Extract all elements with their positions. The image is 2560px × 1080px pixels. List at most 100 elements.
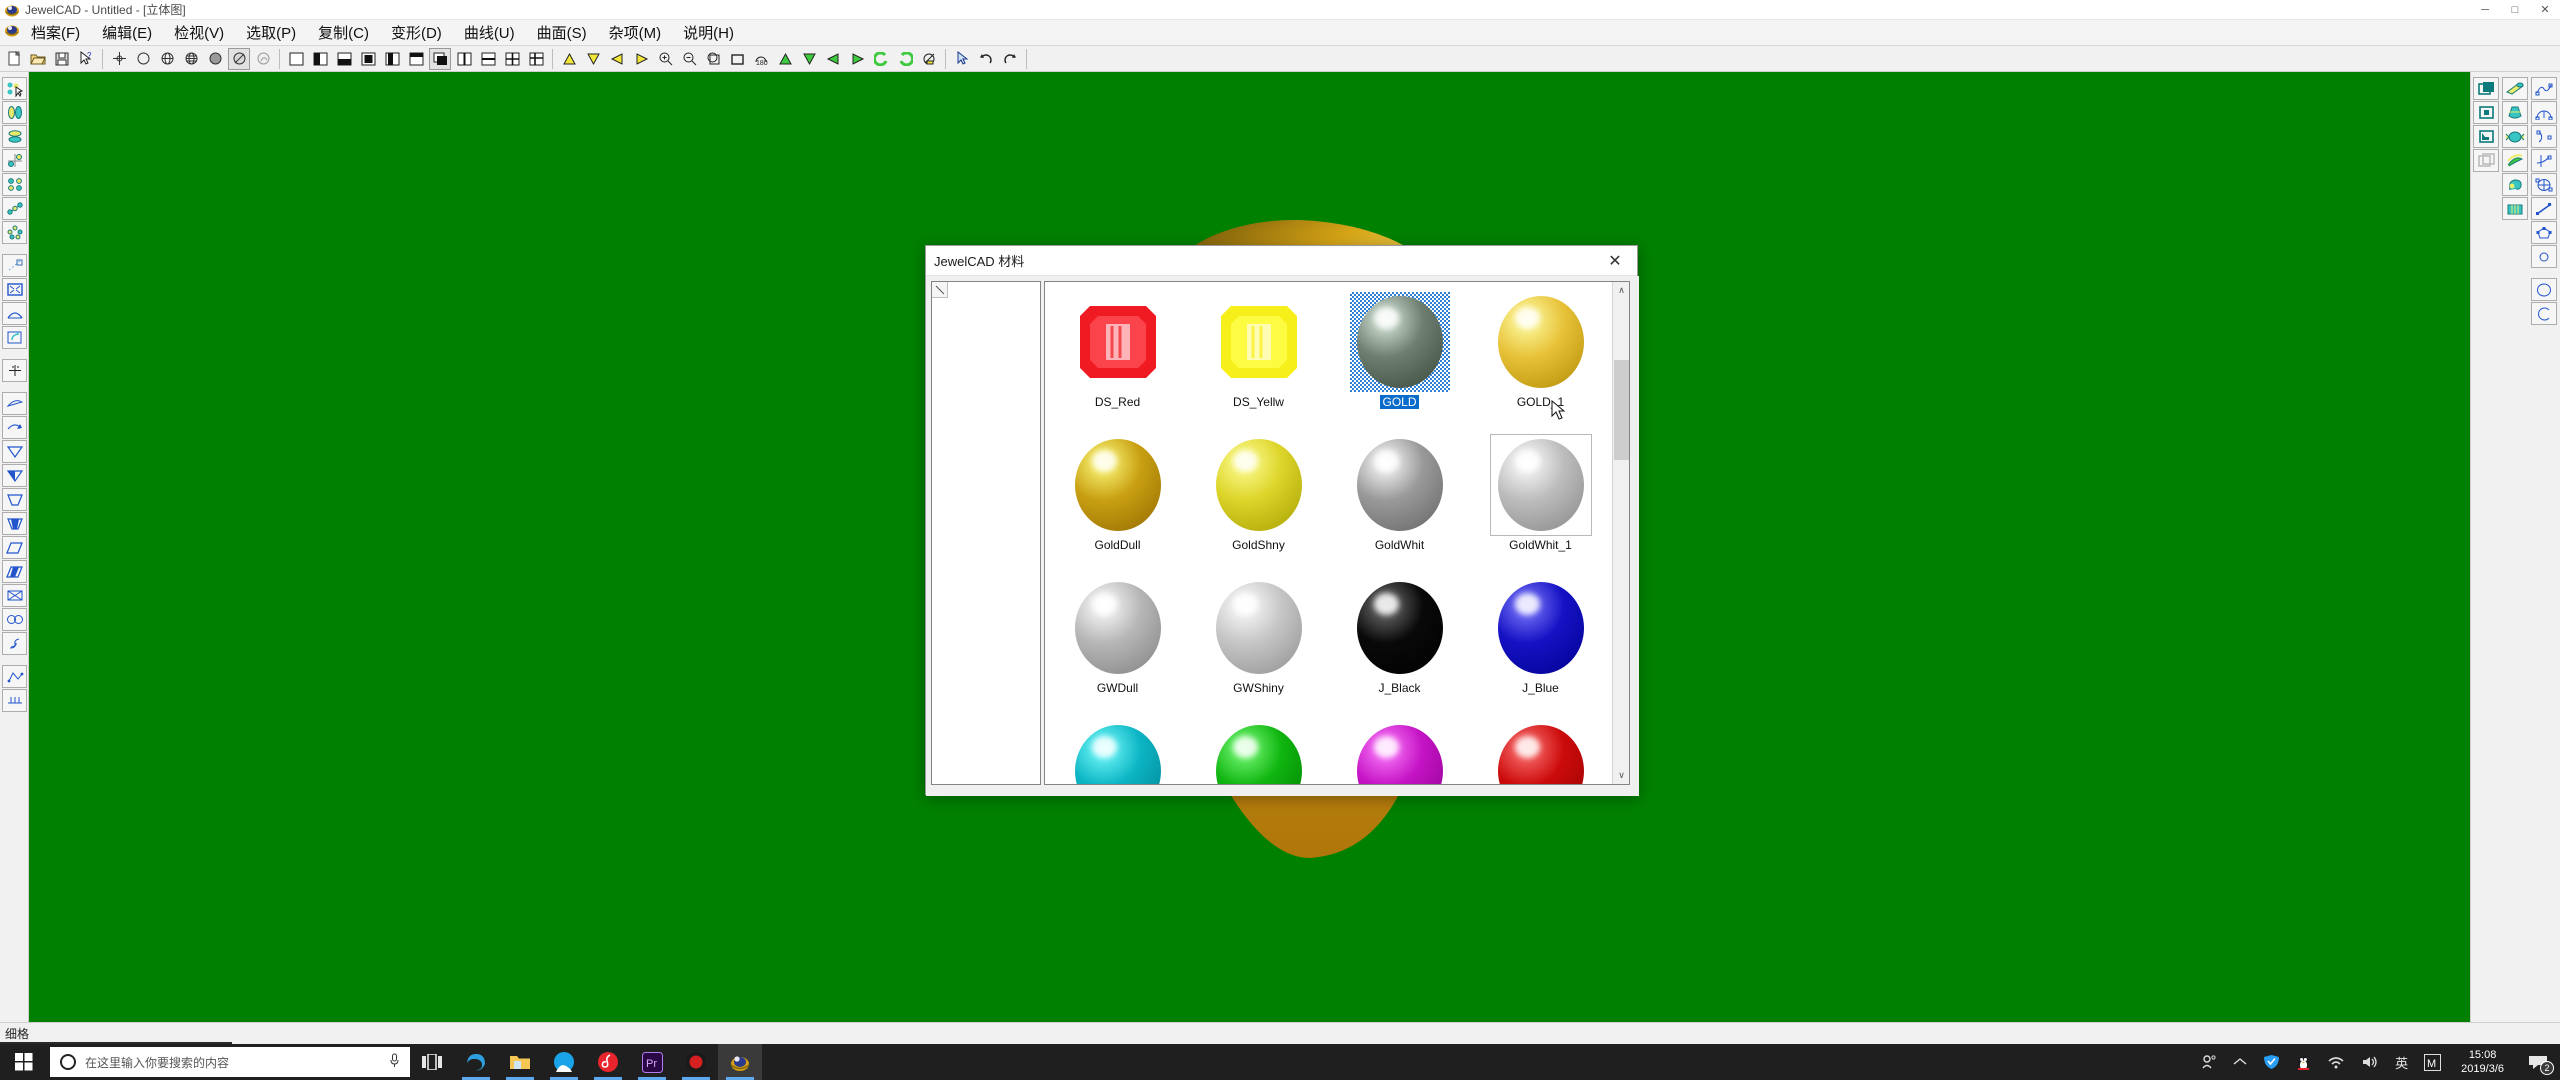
material-thumbnail[interactable] <box>1209 721 1309 784</box>
material-item[interactable]: GoldWhit_1 <box>1470 431 1611 574</box>
material-grid-panel[interactable]: DS_Red DS_Yellw GOLD GOLD_1 GoldDull GoldShny… <box>1044 281 1630 785</box>
premiere-pro-icon[interactable]: Pr <box>630 1044 674 1080</box>
triangle-left-green-icon[interactable] <box>822 47 844 70</box>
rotate-ccw-icon[interactable] <box>870 47 892 70</box>
taper-half-icon[interactable] <box>2 464 27 487</box>
point-icon[interactable] <box>108 47 130 70</box>
layer-front-icon[interactable] <box>2473 77 2499 100</box>
material-item[interactable]: J_Black <box>1329 574 1470 717</box>
menu-file[interactable]: 档案(F) <box>20 19 91 46</box>
windows-start-icon[interactable] <box>0 1044 48 1080</box>
curve-axis-icon[interactable] <box>2531 149 2557 172</box>
redo-icon[interactable] <box>999 47 1021 70</box>
material-item[interactable]: GoldDull <box>1047 431 1188 574</box>
help-pointer-icon[interactable]: ? <box>75 47 97 70</box>
material-item[interactable]: GWShiny <box>1188 574 1329 717</box>
select-objects-icon[interactable] <box>2 77 27 100</box>
qq-browser-icon[interactable] <box>542 1044 586 1080</box>
layer-solid-icon[interactable] <box>2473 101 2499 124</box>
netease-music-icon[interactable] <box>586 1044 630 1080</box>
material-item[interactable] <box>1047 717 1188 784</box>
view-bottom-half-icon[interactable] <box>333 47 355 70</box>
view-center-icon[interactable] <box>357 47 379 70</box>
layer-corner-icon[interactable] <box>2473 125 2499 148</box>
curve-arc-icon[interactable] <box>2 392 27 415</box>
split-horizontal-icon[interactable] <box>477 47 499 70</box>
grid-four-alt-icon[interactable] <box>525 47 547 70</box>
material-item[interactable]: J_Blue <box>1470 574 1611 717</box>
zoom-fit-icon[interactable] <box>726 47 748 70</box>
material-scrollbar[interactable]: ∧ ∨ <box>1612 282 1629 784</box>
polyline-icon[interactable] <box>2 665 27 688</box>
material-item[interactable]: DS_Yellw <box>1188 288 1329 431</box>
render-icon[interactable] <box>252 47 274 70</box>
material-thumbnail[interactable] <box>1068 435 1168 535</box>
curve-half-arc-icon[interactable] <box>2531 125 2557 148</box>
curve-ellipse-node-icon[interactable] <box>2531 173 2557 196</box>
circle-small-icon[interactable] <box>2531 245 2557 268</box>
material-thumbnail[interactable] <box>1350 435 1450 535</box>
array-quadrant-icon[interactable] <box>2 149 27 172</box>
scale-box-icon[interactable] <box>2 278 27 301</box>
comb-icon[interactable] <box>2 689 27 712</box>
menu-edit[interactable]: 编辑(E) <box>91 19 163 46</box>
wifi-icon[interactable] <box>2319 1044 2353 1080</box>
volume-icon[interactable] <box>2353 1044 2387 1080</box>
revolve-vase-icon[interactable] <box>2502 101 2528 124</box>
menu-curve[interactable]: 曲线(U) <box>453 19 526 46</box>
material-item[interactable]: GWDull <box>1047 574 1188 717</box>
view-right-half-icon[interactable] <box>381 47 403 70</box>
array-linear-icon[interactable] <box>2 197 27 220</box>
view-left-half-icon[interactable] <box>309 47 331 70</box>
rotate-cw-icon[interactable] <box>894 47 916 70</box>
triangle-right-green-icon[interactable] <box>846 47 868 70</box>
undo-icon[interactable] <box>975 47 997 70</box>
flip-icon[interactable] <box>2 326 27 349</box>
menu-misc[interactable]: 杂项(M) <box>598 19 673 46</box>
material-item[interactable] <box>1188 717 1329 784</box>
save-file-icon[interactable] <box>51 47 73 70</box>
material-thumbnail[interactable] <box>1491 721 1591 784</box>
curve-arc-node-icon[interactable] <box>2531 101 2557 124</box>
render-scene-icon[interactable] <box>918 47 940 70</box>
parallelogram-filled-icon[interactable] <box>2 560 27 583</box>
twist-coil-icon[interactable] <box>2502 149 2528 172</box>
ime-mode-icon[interactable]: M <box>2416 1044 2449 1080</box>
jewelcad-icon[interactable] <box>718 1044 762 1080</box>
material-thumbnail[interactable] <box>1068 578 1168 678</box>
action-center-icon[interactable]: 2 <box>2516 1044 2560 1080</box>
sphere-wire-icon[interactable] <box>156 47 178 70</box>
material-item[interactable]: DS_Red <box>1047 288 1188 431</box>
sphere-solid-icon[interactable] <box>204 47 226 70</box>
triangle-down-yellow-icon[interactable] <box>582 47 604 70</box>
sweep-hook-icon[interactable] <box>2502 173 2528 196</box>
material-thumbnail[interactable] <box>1349 292 1450 392</box>
menu-view[interactable]: 检视(V) <box>163 19 235 46</box>
array-grid-icon[interactable] <box>2 173 27 196</box>
material-thumbnail[interactable] <box>1068 721 1168 784</box>
minimize-button[interactable]: ─ <box>2470 0 2500 20</box>
material-item[interactable]: GOLD <box>1329 288 1470 431</box>
trapezoid-filled-icon[interactable] <box>2 512 27 535</box>
bowtie-icon[interactable] <box>2 584 27 607</box>
show-hidden-icons-chevron[interactable] <box>2225 1044 2255 1080</box>
material-thumbnail[interactable] <box>1489 434 1592 536</box>
split-vertical-icon[interactable] <box>453 47 475 70</box>
circle-large-icon[interactable] <box>2531 278 2557 301</box>
scroll-up-icon[interactable]: ∧ <box>1613 282 1629 299</box>
mirror-vertical-icon[interactable] <box>2 101 27 124</box>
search-input[interactable]: 在这里输入你要搜索的内容 <box>50 1047 410 1077</box>
material-thumbnail[interactable] <box>1350 578 1450 678</box>
menu-select[interactable]: 选取(P) <box>235 19 307 46</box>
resize-handle-icon[interactable] <box>932 282 948 298</box>
jewelcad-menu-icon[interactable] <box>4 22 20 43</box>
close-button[interactable]: ✕ <box>2530 0 2560 20</box>
security-shield-icon[interactable] <box>2255 1044 2288 1080</box>
task-view-icon[interactable] <box>410 1044 454 1080</box>
dialog-close-button[interactable]: ✕ <box>1593 246 1637 275</box>
material-grid[interactable]: DS_Red DS_Yellw GOLD GOLD_1 GoldDull GoldShny… <box>1045 282 1613 784</box>
triangle-up-green-icon[interactable] <box>774 47 796 70</box>
material-thumbnail[interactable] <box>1209 435 1309 535</box>
scale-diagonal-icon[interactable] <box>2 254 27 277</box>
material-thumbnail[interactable] <box>1350 721 1450 784</box>
